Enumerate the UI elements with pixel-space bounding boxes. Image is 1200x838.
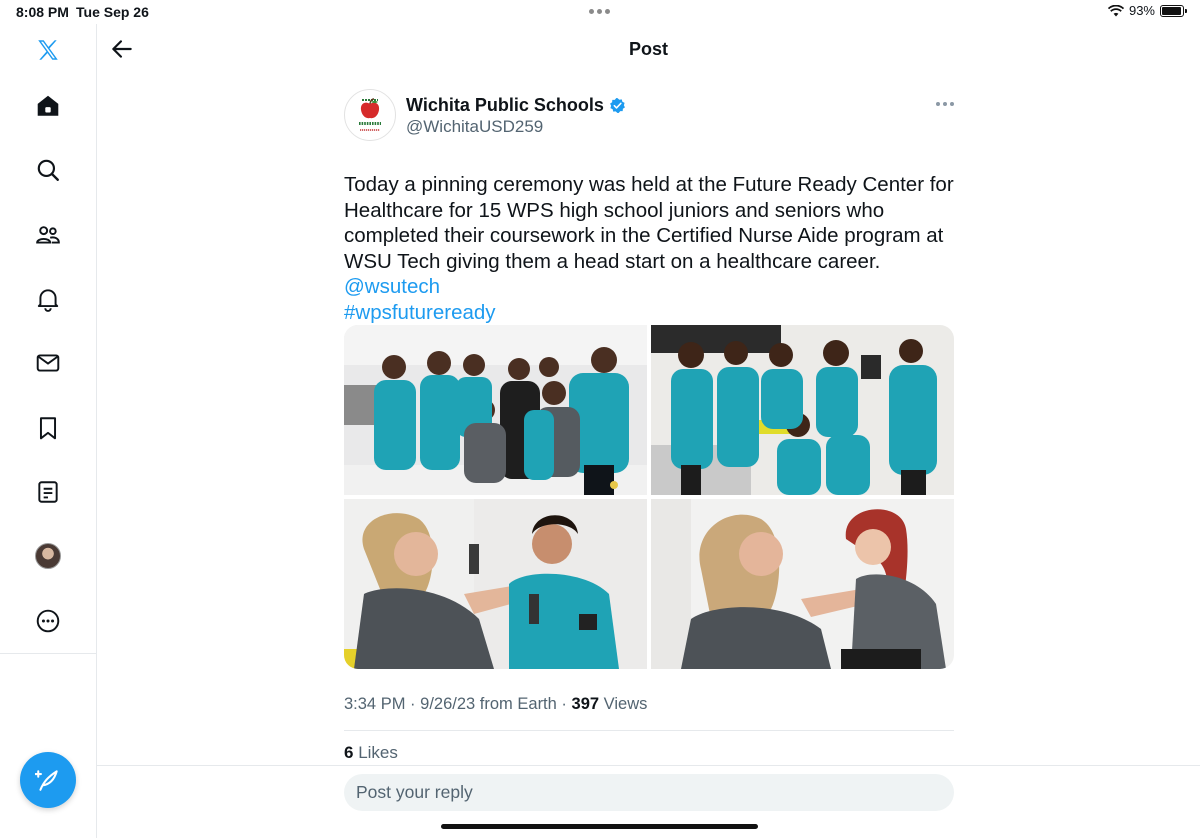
- status-time: 8:08 PM: [16, 4, 69, 20]
- post-date[interactable]: 9/26/23: [420, 695, 475, 713]
- post-body-text: Today a pinning ceremony was held at the…: [344, 173, 954, 273]
- bookmark-icon[interactable]: [34, 414, 62, 442]
- home-icon[interactable]: [34, 92, 62, 120]
- lists-icon[interactable]: [34, 478, 62, 506]
- communities-icon[interactable]: [34, 221, 62, 249]
- author-handle[interactable]: @WichitaUSD259: [406, 117, 543, 137]
- multitasking-dots-icon[interactable]: [589, 9, 610, 14]
- post-text: Today a pinning ceremony was held at the…: [344, 172, 954, 326]
- wichita-schools-logo: [346, 91, 394, 139]
- status-right: 93%: [1107, 3, 1187, 18]
- media-photo-3[interactable]: [344, 499, 647, 669]
- search-icon[interactable]: [34, 156, 62, 184]
- reply-input[interactable]: [344, 774, 954, 811]
- mail-icon[interactable]: [34, 349, 62, 377]
- likes-count: 6: [344, 743, 354, 762]
- x-logo-icon[interactable]: [34, 36, 62, 64]
- post-meta: 3:34 PM · 9/26/23 from Earth · 397 Views: [344, 695, 648, 713]
- page-title: Post: [628, 39, 668, 59]
- views-label: Views: [603, 695, 648, 713]
- sidebar-divider: [0, 653, 97, 654]
- wifi-icon: [1107, 4, 1124, 16]
- author-avatar[interactable]: [344, 89, 396, 141]
- post-divider: [344, 730, 954, 731]
- post-more-options-icon[interactable]: [936, 102, 954, 106]
- post-media-grid: [344, 325, 954, 669]
- sidebar: [0, 24, 97, 838]
- home-indicator[interactable]: [441, 824, 758, 829]
- author-name[interactable]: Wichita Public Schools: [406, 95, 604, 116]
- status-date: Tue Sep 26: [76, 4, 149, 20]
- post-source: from Earth: [479, 695, 557, 713]
- compose-button[interactable]: [20, 752, 76, 808]
- battery-icon: [1160, 4, 1187, 17]
- author-name-row[interactable]: Wichita Public Schools: [406, 95, 626, 116]
- profile-avatar[interactable]: [34, 542, 62, 570]
- photo-group-students-2: [651, 325, 954, 495]
- hashtag-link[interactable]: #wpsfutureready: [344, 301, 496, 324]
- compose-feather-icon: [35, 770, 58, 791]
- views-count: 397: [571, 695, 600, 713]
- likes-label: Likes: [358, 743, 398, 762]
- likes-link[interactable]: 6 Likes: [344, 743, 398, 763]
- photo-pinning-female-student: [651, 499, 954, 669]
- photo-pinning-male-student: [344, 499, 647, 669]
- mention-link[interactable]: @wsutech: [344, 275, 440, 298]
- post-time[interactable]: 3:34 PM: [344, 695, 405, 713]
- media-photo-2[interactable]: [651, 325, 954, 495]
- bell-icon[interactable]: [34, 285, 62, 313]
- media-photo-1[interactable]: [344, 325, 647, 495]
- post-header: Post: [97, 24, 1200, 76]
- battery-percent: 93%: [1128, 3, 1155, 18]
- more-icon[interactable]: [34, 607, 62, 635]
- photo-group-students: [344, 325, 647, 495]
- verified-badge-icon: [609, 97, 625, 114]
- media-photo-4[interactable]: [651, 499, 954, 669]
- status-bar: 8:08 PM Tue Sep 26 93%: [0, 0, 1200, 24]
